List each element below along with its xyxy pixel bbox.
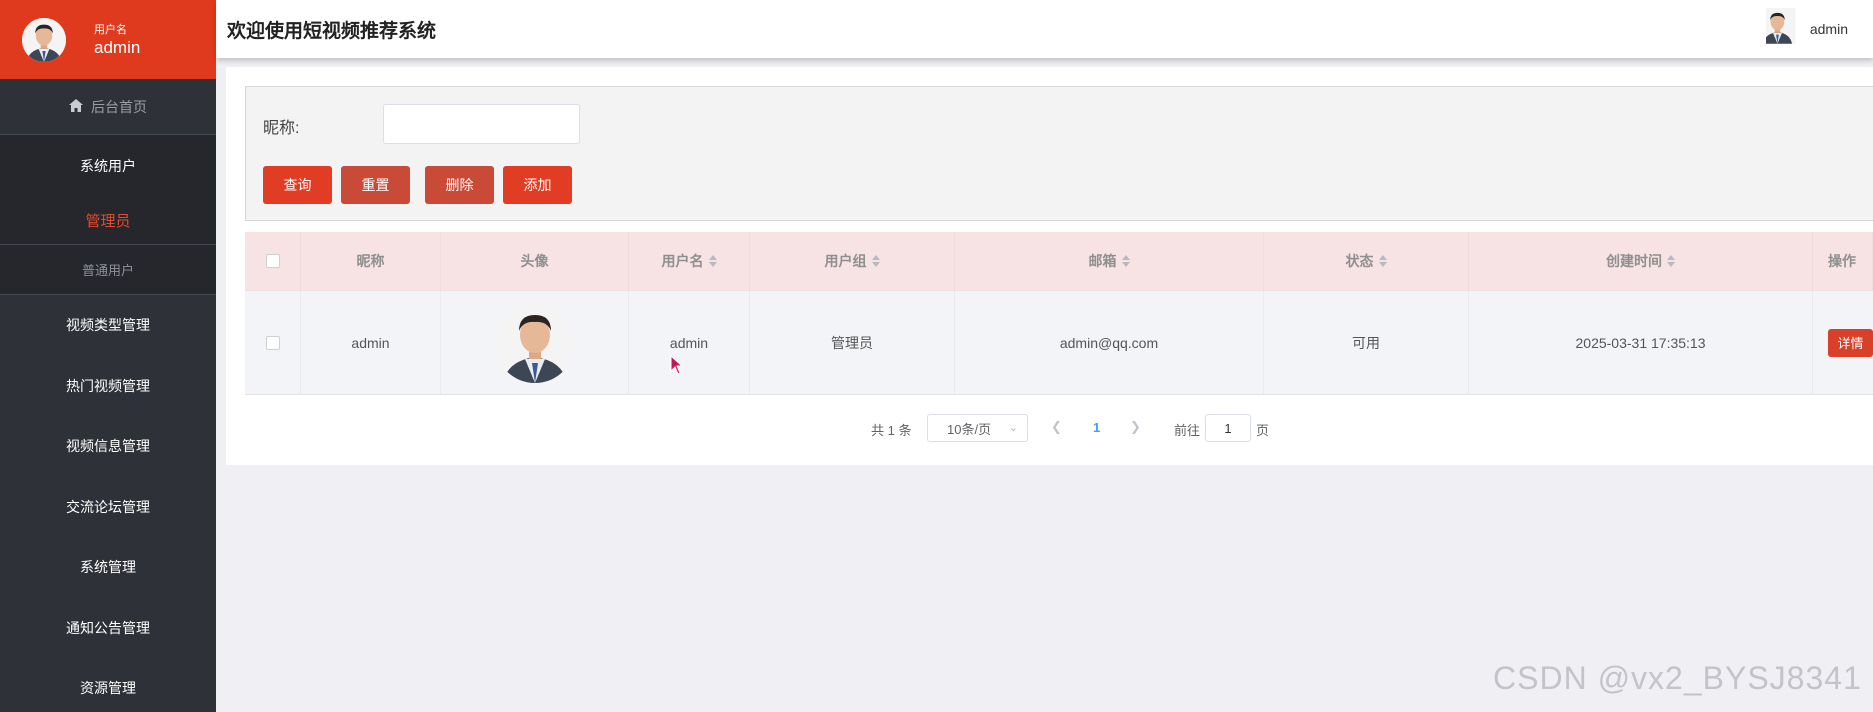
header-user-name: admin xyxy=(1809,21,1848,37)
watermark: CSDN @vx2_BYSJ8341 xyxy=(1493,660,1862,696)
home-icon xyxy=(69,98,83,115)
page-size-select[interactable]: 10条/页 ⌄ xyxy=(927,414,1028,442)
sidebar-item-notices[interactable]: 通知公告管理 xyxy=(0,598,216,659)
sidebar-item-resources[interactable]: 资源管理 xyxy=(0,658,216,712)
table-row: admin admin 管理员 admin@qq.com 可用 2025-03-… xyxy=(245,291,1873,395)
header-user[interactable]: admin xyxy=(1766,8,1848,50)
page-suffix-label: 页 xyxy=(1256,423,1270,438)
column-header-label: 创建时间 xyxy=(1606,253,1662,269)
pagination: 共 1 条 10条/页 ⌄ ❮ 1 ❯ 前往 1 页 xyxy=(226,414,1873,442)
sidebar-item-video-info[interactable]: 视频信息管理 xyxy=(0,416,216,477)
cell-email: admin@qq.com xyxy=(955,291,1264,394)
column-header-label: 用户名 xyxy=(661,253,704,269)
prev-page-icon[interactable]: ❮ xyxy=(1051,419,1062,435)
column-header-avatar: 头像 xyxy=(441,232,629,290)
column-header-label: 状态 xyxy=(1345,253,1374,269)
column-header-status[interactable]: 状态 xyxy=(1264,232,1469,290)
avatar[interactable] xyxy=(22,17,66,62)
goto-label: 前往 xyxy=(1174,423,1201,438)
pagination-total: 共 1 条 xyxy=(871,423,912,438)
column-header-label: 用户组 xyxy=(824,253,867,269)
cell-status: 可用 xyxy=(1264,291,1469,394)
avatar xyxy=(494,302,575,383)
column-header-created[interactable]: 创建时间 xyxy=(1469,232,1813,290)
cell-nickname: admin xyxy=(301,291,441,394)
column-header-email[interactable]: 邮箱 xyxy=(955,232,1264,290)
query-button[interactable]: 查询 xyxy=(263,166,332,204)
page-size-value: 10条/页 xyxy=(947,421,992,437)
nickname-input[interactable] xyxy=(383,104,580,144)
sort-icon[interactable] xyxy=(1667,255,1675,267)
detail-button[interactable]: 详情 xyxy=(1828,328,1873,357)
sort-icon[interactable] xyxy=(871,255,880,267)
main-panel: 昵称: 查询 重置 删除 添加 昵称 头像 用户名 用户组 邮箱 状态 创建时间… xyxy=(226,67,1873,465)
sidebar-item-hot-videos[interactable]: 热门视频管理 xyxy=(0,356,216,417)
sidebar-item-label: 后台首页 xyxy=(91,98,147,115)
column-header-username[interactable]: 用户名 xyxy=(629,232,750,290)
add-button[interactable]: 添加 xyxy=(503,166,572,204)
column-header-action: 操作 xyxy=(1813,232,1873,290)
cell-username: admin xyxy=(629,291,750,394)
table-header: 昵称 头像 用户名 用户组 邮箱 状态 创建时间 操作 xyxy=(245,232,1873,291)
admin-table: 昵称 头像 用户名 用户组 邮箱 状态 创建时间 操作 admin admin … xyxy=(245,232,1873,395)
sidebar-item-normal-users[interactable]: 普通用户 xyxy=(0,245,216,295)
sidebar: 用户名 admin 后台首页 系统用户 管理员 普通用户 视频类型管理 热门视频… xyxy=(0,0,216,712)
reset-button[interactable]: 重置 xyxy=(341,166,410,204)
avatar[interactable] xyxy=(1766,8,1798,50)
sidebar-item-admin[interactable]: 管理员 xyxy=(0,197,216,245)
sidebar-group-title[interactable]: 系统用户 xyxy=(0,135,216,197)
cell-group: 管理员 xyxy=(750,291,955,394)
column-header-nickname: 昵称 xyxy=(301,232,441,290)
mouse-cursor-icon xyxy=(670,354,684,380)
page-title: 欢迎使用短视频推荐系统 xyxy=(227,20,437,42)
select-all-checkbox[interactable] xyxy=(265,254,280,268)
sidebar-user-header: 用户名 admin xyxy=(0,0,216,79)
sidebar-group-system-users: 系统用户 管理员 普通用户 xyxy=(0,135,216,295)
sidebar-item-system[interactable]: 系统管理 xyxy=(0,537,216,598)
top-header: 欢迎使用短视频推荐系统 admin xyxy=(216,0,1873,58)
column-header-group[interactable]: 用户组 xyxy=(750,232,955,290)
goto-page-input[interactable]: 1 xyxy=(1205,414,1251,442)
sidebar-item-video-types[interactable]: 视频类型管理 xyxy=(0,295,216,356)
page-number-current[interactable]: 1 xyxy=(1093,420,1100,435)
chevron-down-icon: ⌄ xyxy=(1008,422,1018,434)
sort-icon[interactable] xyxy=(1121,255,1130,267)
next-page-icon[interactable]: ❯ xyxy=(1130,419,1141,435)
nickname-label: 昵称: xyxy=(263,120,300,137)
user-label: 用户名 xyxy=(94,24,127,36)
cell-created: 2025-03-31 17:35:13 xyxy=(1469,291,1813,394)
column-header-label: 邮箱 xyxy=(1088,253,1117,269)
sidebar-item-home[interactable]: 后台首页 xyxy=(0,79,216,135)
sidebar-item-forum[interactable]: 交流论坛管理 xyxy=(0,477,216,538)
search-form: 昵称: 查询 重置 删除 添加 xyxy=(245,86,1873,221)
delete-button[interactable]: 删除 xyxy=(425,166,494,204)
sort-icon[interactable] xyxy=(708,255,717,267)
sort-icon[interactable] xyxy=(1378,255,1387,267)
user-name: admin xyxy=(94,38,141,57)
row-checkbox[interactable] xyxy=(265,335,280,350)
